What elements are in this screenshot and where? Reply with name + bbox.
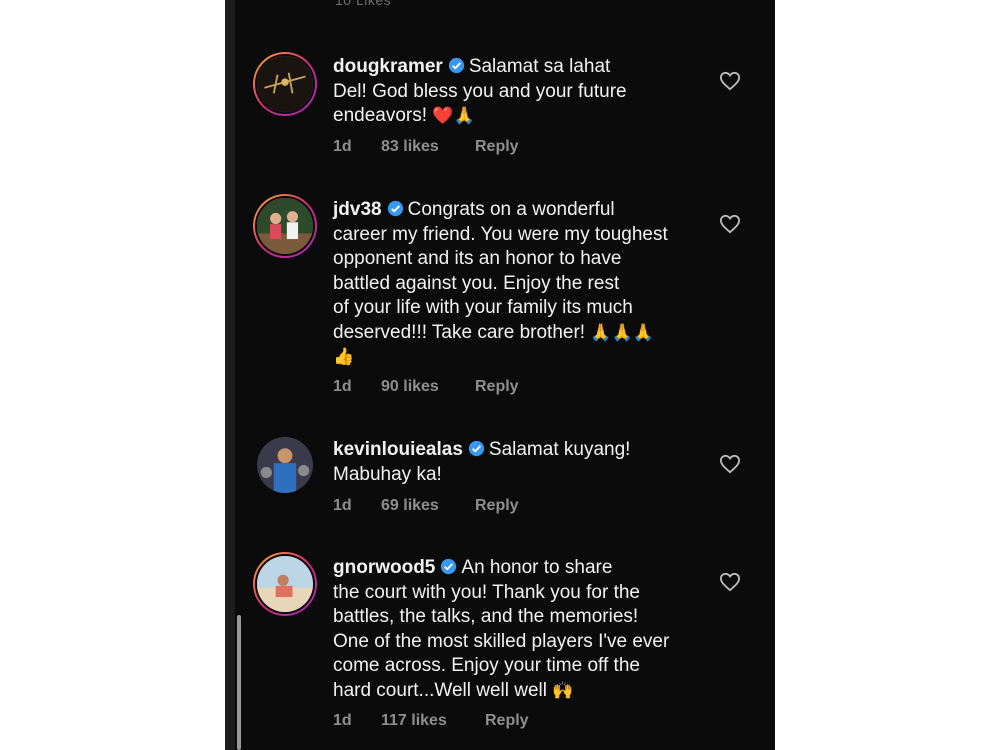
avatar-image [257,437,313,493]
heart-icon[interactable] [719,214,741,234]
comment-body: Congrats on a wonderful career my friend… [333,199,668,343]
heart-icon[interactable] [719,572,741,592]
heart-icon[interactable] [719,71,741,91]
comment-meta: 1d 69 likes Reply [333,497,519,515]
verified-badge-icon [448,57,464,74]
comment-text: kevinlouiealas Salamat kuyang! Mabuhay ka… [333,438,703,487]
comment-meta: 1d 83 likes Reply [333,138,519,156]
verified-badge-icon [468,440,485,457]
username[interactable]: dougkramer [333,56,443,77]
comment-text: jdv38 Congrats on a wonderful career my f… [333,198,703,370]
avatar[interactable] [253,194,317,258]
comments-panel: 10 Likes dougkramer Salamat sa lahat Del!… [225,0,775,750]
comment-text: gnorwood5 An honor to share the court wit… [333,556,703,703]
reply-button[interactable]: Reply [475,497,519,515]
comment-meta: 1d 117 likes Reply [333,712,529,730]
avatar[interactable] [253,552,317,616]
comment-body: An honor to share the court with you! Th… [333,557,670,701]
comment-age: 1d [333,497,352,514]
like-count[interactable]: 90 likes [381,378,475,396]
like-count[interactable]: 117 likes [381,712,485,730]
avatar-image [257,56,313,112]
comment-meta: 1d 90 likes Reply [333,378,519,396]
like-count[interactable]: 83 likes [381,138,475,156]
comment-age: 1d [333,378,352,395]
comment-text: dougkramer Salamat sa lahat Del! God bles… [333,55,703,129]
comment-emoji: ❤️🙏 [432,106,475,125]
verified-badge-icon [441,558,457,575]
avatar-image [257,198,313,254]
username[interactable]: kevinlouiealas [333,439,463,460]
avatar[interactable] [253,433,317,497]
username[interactable]: gnorwood5 [333,557,435,578]
like-count[interactable]: 69 likes [381,497,475,515]
comment-age: 1d [333,138,352,155]
comment-age: 1d [333,712,352,729]
comment-emoji: 🙌 [552,680,574,700]
verified-badge-icon [387,200,403,217]
reply-button[interactable]: Reply [475,138,519,156]
reply-button[interactable]: Reply [485,712,529,730]
username[interactable]: jdv38 [333,199,382,220]
scrollbar[interactable] [237,615,241,750]
heart-icon[interactable] [719,454,741,474]
avatar[interactable] [253,52,317,116]
avatar-image [257,556,313,612]
previous-comment-meta: 10 Likes [335,0,392,8]
reply-button[interactable]: Reply [475,378,519,396]
